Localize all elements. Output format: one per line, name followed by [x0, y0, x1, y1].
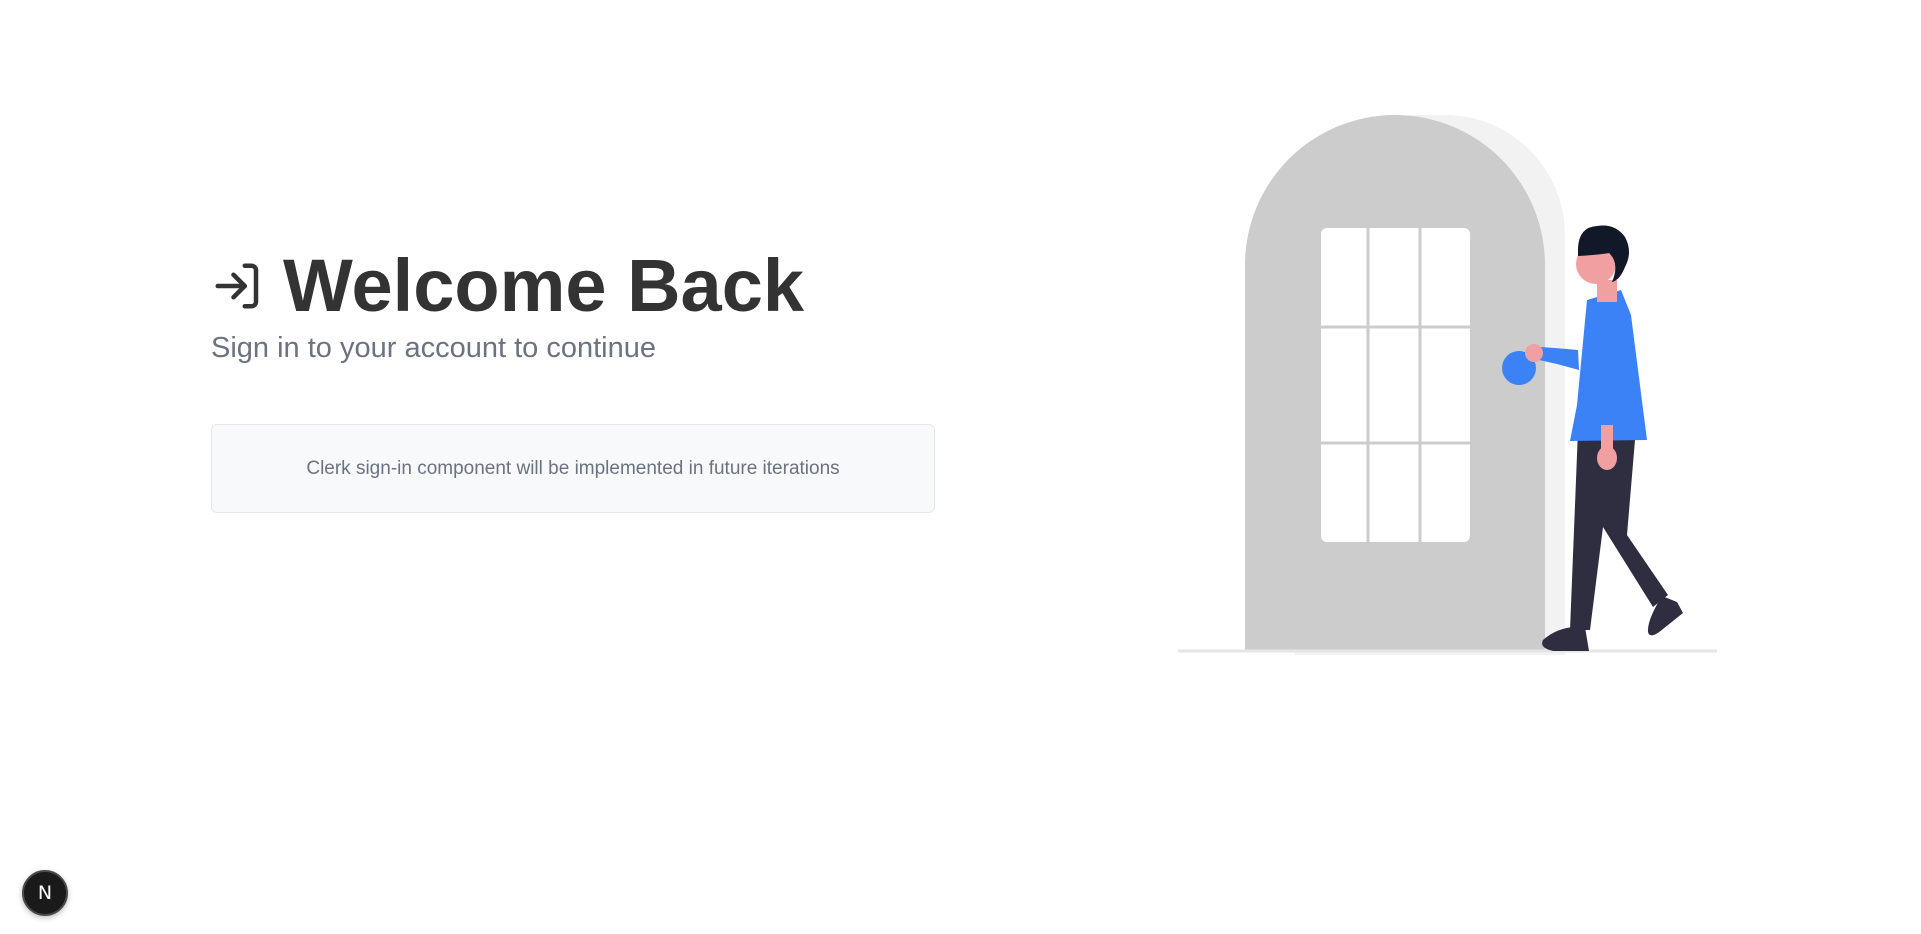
person-torso [1570, 290, 1647, 441]
sign-in-placeholder-box: Clerk sign-in component will be implemen… [211, 424, 935, 513]
page-subtitle: Sign in to your account to continue [211, 332, 656, 364]
person-hand [1525, 344, 1543, 362]
door-window [1321, 228, 1470, 542]
sign-in-panel: Welcome Back Sign in to your account to … [211, 244, 935, 513]
page-title: Welcome Back [283, 244, 804, 327]
sign-in-page: Welcome Back Sign in to your account to … [0, 0, 1921, 934]
person-lower-hand [1597, 446, 1617, 470]
nextjs-dev-badge[interactable]: N [22, 870, 68, 916]
person-entering-door-illustration [1175, 115, 1721, 656]
sign-in-placeholder-text: Clerk sign-in component will be implemen… [306, 457, 840, 479]
sign-in-arrow-icon [211, 259, 265, 313]
nextjs-logo-icon: N [37, 882, 53, 904]
title-row: Welcome Back [211, 244, 935, 328]
person-left-leg [1570, 430, 1668, 630]
